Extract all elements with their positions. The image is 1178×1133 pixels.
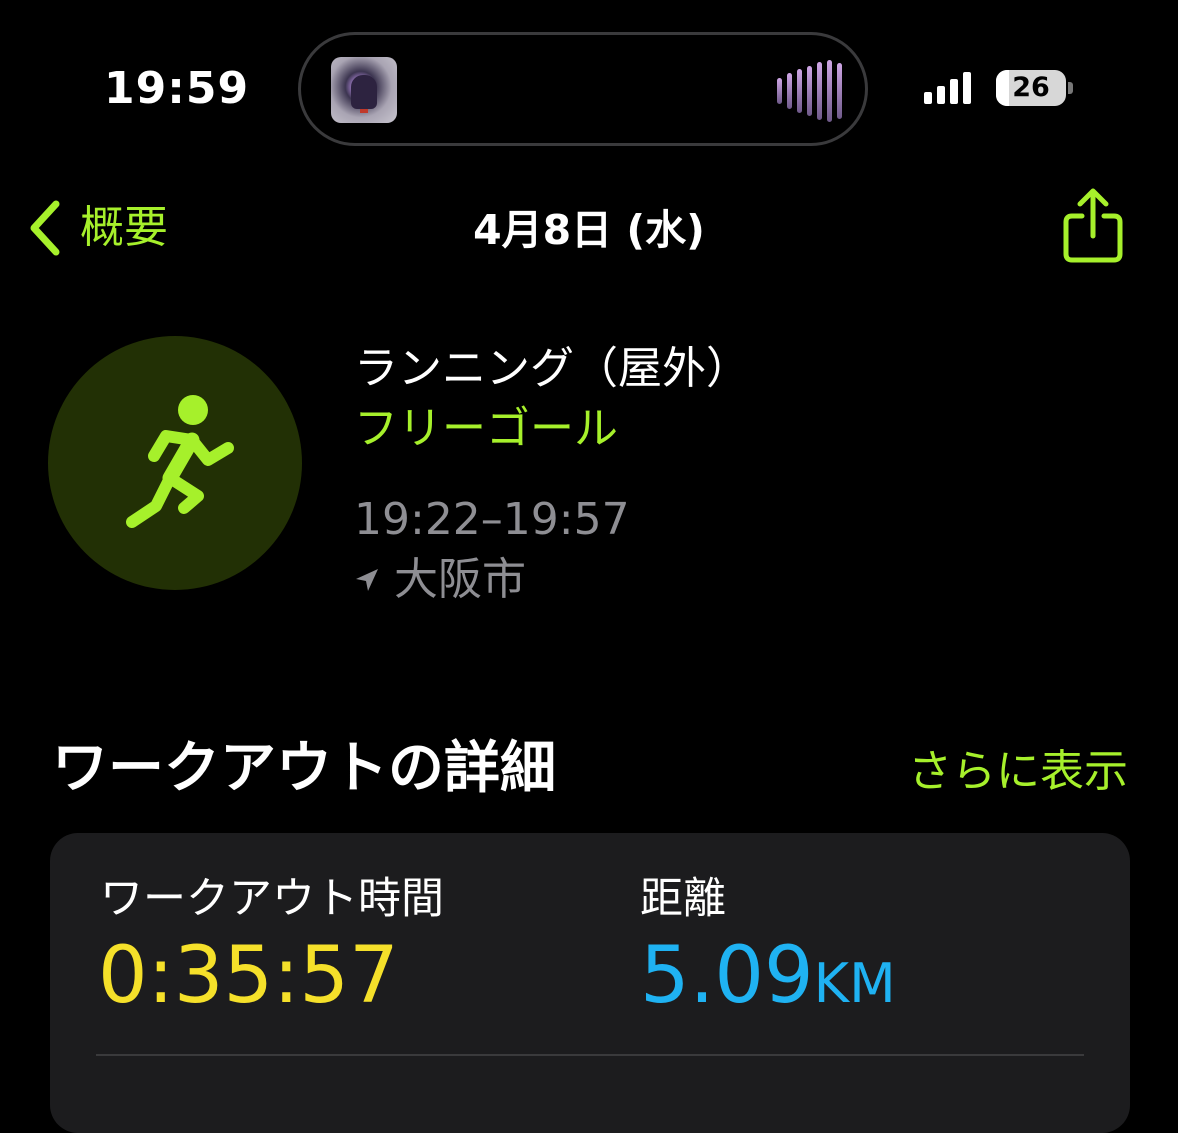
distance-value: 5.09 bbox=[640, 931, 814, 1021]
workout-details-card: ワークアウト時間 0:35:57 距離 5.09KM bbox=[50, 833, 1130, 1133]
battery-icon: 26 bbox=[996, 70, 1066, 106]
workout-type: ランニング（屋外） bbox=[354, 343, 750, 394]
show-more-link[interactable]: さらに表示 bbox=[908, 742, 1128, 802]
divider bbox=[96, 1054, 1084, 1056]
distance-metric: 5.09KM bbox=[640, 931, 896, 1029]
workout-time-range: 19:22–19:57 bbox=[354, 494, 630, 545]
back-button[interactable]: 概要 bbox=[26, 198, 168, 258]
dynamic-island[interactable] bbox=[298, 32, 868, 146]
section-title: ワークアウトの詳細 bbox=[52, 736, 556, 801]
workout-location: 大阪市 bbox=[354, 552, 526, 608]
chevron-left-icon bbox=[30, 200, 60, 256]
workout-location-name: 大阪市 bbox=[394, 554, 526, 605]
duration-value: 0:35:57 bbox=[98, 931, 399, 1021]
page-title: 4月8日 (水) bbox=[473, 206, 705, 254]
share-icon bbox=[1063, 188, 1123, 263]
battery-level: 26 bbox=[1012, 72, 1050, 103]
battery-tip bbox=[1068, 82, 1073, 94]
workout-type-icon-circle bbox=[48, 336, 302, 590]
share-button[interactable] bbox=[1060, 186, 1126, 270]
distance-label: 距離 bbox=[640, 874, 726, 924]
workout-goal: フリーゴール bbox=[354, 403, 618, 454]
back-button-label: 概要 bbox=[80, 202, 168, 253]
running-figure-icon bbox=[126, 395, 234, 528]
status-bar-time: 19:59 bbox=[104, 63, 250, 114]
distance-unit: KM bbox=[813, 952, 896, 1015]
duration-label: ワークアウト時間 bbox=[100, 874, 444, 924]
location-arrow-icon bbox=[356, 569, 378, 591]
now-playing-album-art[interactable] bbox=[331, 57, 397, 123]
audio-waveform-icon bbox=[777, 59, 842, 123]
cellular-signal-icon bbox=[924, 70, 971, 104]
